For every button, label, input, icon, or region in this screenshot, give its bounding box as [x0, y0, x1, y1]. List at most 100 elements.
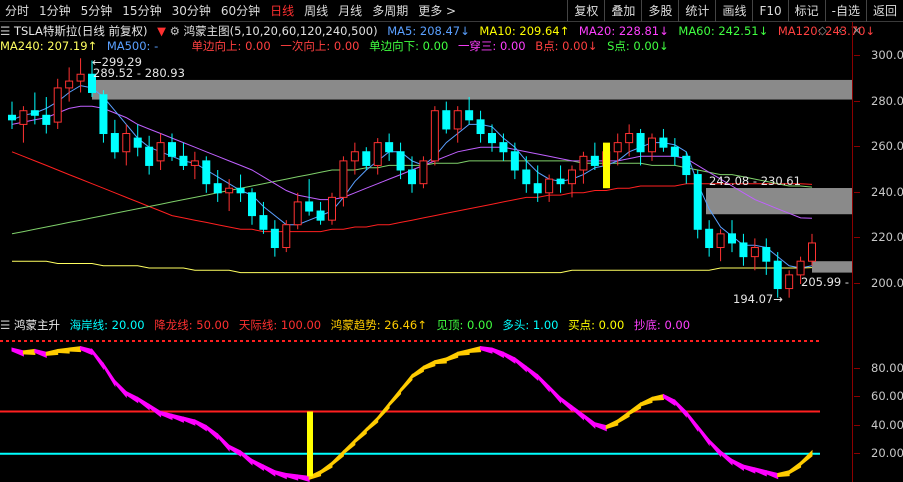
sub-chart[interactable]	[0, 315, 852, 482]
toolbar-btn-1[interactable]: 叠加	[604, 0, 641, 22]
candle-body	[65, 80, 74, 89]
axis-tick-0: 300.0	[854, 48, 903, 62]
oscillator-segment	[777, 470, 790, 478]
toolbar-btn-0[interactable]: 复权	[567, 0, 604, 22]
candle-body	[19, 110, 28, 125]
period-tab-5[interactable]: 60分钟	[216, 0, 265, 22]
oscillator-segment	[400, 373, 413, 394]
toolbar-btn-3[interactable]: 统计	[678, 0, 715, 22]
candle-body	[453, 110, 462, 130]
toolbar-btn-8[interactable]: 返回	[865, 0, 903, 22]
right-toolbar: 复权 叠加 多股 统计 画线 F10 标记 -自选 返回	[567, 0, 903, 22]
candle-body	[636, 133, 645, 153]
oscillator-segment	[651, 393, 664, 401]
candle-body	[716, 233, 725, 249]
period-tab-10[interactable]: 更多 >	[413, 0, 461, 22]
period-tab-9[interactable]: 多周期	[367, 0, 413, 22]
candle-body	[42, 114, 51, 125]
candle-body	[110, 133, 119, 153]
oscillator-segment	[548, 384, 562, 404]
candle-body	[133, 137, 142, 148]
oscillator-segment	[22, 348, 36, 355]
oscillator-segment	[754, 467, 767, 477]
oscillator-segment	[742, 464, 756, 474]
candle-body	[488, 133, 496, 144]
candle-body	[625, 133, 634, 144]
candle-body	[270, 228, 279, 249]
candle-body	[579, 155, 588, 171]
sub-signal-bar	[307, 411, 313, 477]
axis-tick-1: 60.00	[854, 389, 903, 404]
oscillator-segment	[457, 348, 470, 356]
candle-body	[590, 155, 599, 166]
candle-body	[156, 142, 165, 162]
last-price-label: 205.99 -	[801, 275, 850, 289]
oscillator-segment	[537, 373, 550, 393]
oscillator-segment	[182, 416, 196, 426]
oscillator-segment	[640, 396, 653, 407]
toolbar-btn-6[interactable]: 标记	[787, 0, 825, 22]
oscillator-segment	[582, 413, 596, 429]
toolbar-btn-7[interactable]: -自选	[824, 0, 866, 22]
toolbar-btn-2[interactable]: 多股	[641, 0, 678, 22]
oscillator-segment	[160, 410, 173, 421]
oscillator-segment	[571, 404, 584, 421]
candle-body	[648, 137, 656, 153]
period-tab-1[interactable]: 1分钟	[34, 0, 76, 22]
candle-body	[568, 169, 576, 185]
candle-body	[556, 178, 565, 185]
candle-body	[510, 151, 519, 171]
candle-body	[76, 73, 85, 82]
candle-body	[808, 242, 816, 262]
candle-body	[8, 114, 16, 121]
period-toolbar: 分时 1分钟 5分钟 15分钟 30分钟 60分钟 日线 周线 月线 多周期 更多 > 复权 叠加 多股…	[0, 0, 903, 22]
candle-body	[145, 146, 154, 166]
candle-body	[785, 274, 794, 290]
oscillator-segment	[34, 348, 47, 359]
oscillator-segment	[205, 424, 219, 441]
oscillator-segment	[148, 403, 162, 418]
toolbar-btn-4[interactable]: 画线	[715, 0, 752, 22]
oscillator-segment	[114, 379, 127, 399]
candle-body	[328, 196, 336, 221]
period-tab-6[interactable]: 日线	[265, 0, 299, 22]
zone2-label: 242.08 - 230.61	[709, 174, 801, 188]
low-price-label: 194.07→	[733, 292, 783, 306]
candle-body	[750, 247, 759, 258]
candle-body	[499, 142, 508, 153]
candle-body	[282, 224, 291, 249]
candle-body	[385, 142, 394, 153]
period-tab-0[interactable]: 分时	[0, 0, 34, 22]
period-tabs: 分时 1分钟 5分钟 15分钟 30分钟 60分钟 日线 周线 月线 多周期 更多 >	[0, 0, 461, 22]
oscillator-segment	[491, 347, 504, 359]
period-tab-7[interactable]: 周线	[299, 0, 333, 22]
oscillator-segment	[594, 422, 607, 432]
sub-axis: 80.00 60.00 40.00 20.00	[852, 315, 903, 482]
oscillator-segment	[765, 470, 779, 480]
period-tab-3[interactable]: 15分钟	[117, 0, 166, 22]
oscillator-segment	[274, 470, 287, 480]
candle-body	[316, 210, 325, 221]
candle-body	[522, 169, 531, 185]
oscillator-segment	[434, 357, 447, 365]
oscillator-segment	[525, 365, 539, 381]
period-tab-2[interactable]: 5分钟	[76, 0, 118, 22]
toolbar-btn-5[interactable]: F10	[752, 0, 787, 22]
oscillator-segment	[171, 413, 184, 423]
oscillator-segment	[45, 348, 59, 356]
oscillator-segment	[11, 347, 24, 357]
oscillator-segment	[605, 419, 619, 430]
axis-tick-4: 220.0	[854, 230, 903, 245]
oscillator-segment	[445, 351, 459, 362]
period-tab-8[interactable]: 月线	[333, 0, 367, 22]
last-price-text: 205.99	[801, 275, 842, 289]
candle-body	[682, 155, 691, 176]
period-tab-4[interactable]: 30分钟	[167, 0, 216, 22]
low-price-text: 194.07	[733, 292, 774, 306]
support-zone	[812, 261, 852, 273]
main-price-axis: 300.0 280.0 260.0 240.0 220.0 200.0	[852, 22, 903, 315]
candle-body	[796, 260, 805, 276]
candle-body	[728, 233, 736, 244]
oscillator-segment	[502, 351, 516, 364]
candle-body	[613, 142, 622, 153]
